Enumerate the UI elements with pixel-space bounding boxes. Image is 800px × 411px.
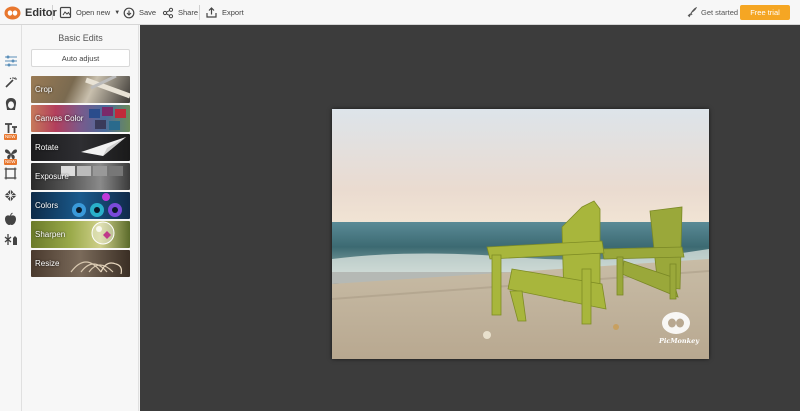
new-badge: NEW [4,134,17,140]
brand[interactable]: Editor [4,4,57,21]
tool-crop[interactable]: Crop [31,76,130,103]
export-button[interactable]: Export [205,4,244,21]
share-button[interactable]: Share [162,4,198,21]
panel-title: Basic Edits [58,33,103,43]
get-started-link[interactable]: Get started [686,5,738,20]
tool-label: Colors [35,201,59,210]
touch-up-tab[interactable] [2,95,19,112]
tool-label: Crop [35,85,53,94]
frames-tab[interactable] [2,165,19,182]
basic-edits-panel: Basic Edits Auto adjust Crop Canvas Colo… [22,25,139,411]
textures-tab[interactable] [2,187,19,204]
magic-wand-icon [5,77,17,88]
chevron-down-icon: ▼ [114,9,121,16]
photo[interactable]: PicMonkey [332,109,709,359]
tool-label: Canvas Color [35,114,84,123]
share-icon [162,7,174,18]
beach-chairs-photo [332,109,709,359]
open-new-button[interactable]: Open new ▼ [59,4,120,21]
picmonkey-watermark-icon [662,312,690,334]
open-new-label: Open new [76,8,111,17]
overlays-tab[interactable]: NEW [2,145,19,165]
top-toolbar: Editor Open new ▼ Save Share Export Get … [0,0,800,25]
face-icon [5,97,16,110]
tool-exposure[interactable]: Exposure [31,163,130,190]
tool-rotate[interactable]: Rotate [31,134,130,161]
sliders-icon [4,55,17,66]
seasonal-icon [4,234,17,245]
free-trial-button[interactable]: Free trial [740,5,790,20]
tool-sharpen[interactable]: Sharpen [31,221,130,248]
tool-canvas-color[interactable]: Canvas Color [31,105,130,132]
basic-edits-tab[interactable] [2,52,19,69]
tool-label: Sharpen [35,230,66,239]
tool-resize[interactable]: Resize [31,250,130,277]
seasonal-tab[interactable] [2,231,19,248]
tool-label: Exposure [35,172,69,181]
export-label: Export [222,8,244,17]
save-label: Save [139,8,157,17]
auto-adjust-button[interactable]: Auto adjust [31,49,130,67]
effects-tab[interactable] [2,74,19,91]
picmonkey-logo-icon [4,6,21,19]
open-new-icon [59,6,72,19]
tool-category-rail: NEW NEW [0,25,22,411]
rocket-icon [687,7,697,18]
save-icon [123,7,135,18]
texture-icon [4,189,17,202]
divider [52,5,53,20]
tool-label: Rotate [35,143,59,152]
butterfly-icon [4,148,17,159]
get-started-label: Get started [701,8,739,17]
apple-icon [5,212,16,225]
frame-icon [4,167,17,180]
divider [199,5,200,20]
save-button[interactable]: Save [123,4,156,21]
tool-label: Resize [35,259,60,268]
editing-canvas[interactable]: PicMonkey [140,25,800,411]
watermark-text: PicMonkey [659,337,699,345]
share-label: Share [178,8,199,17]
tool-colors[interactable]: Colors [31,192,130,219]
export-icon [206,7,217,18]
themes-tab[interactable] [2,210,19,227]
text-icon [4,122,17,133]
text-tab[interactable]: NEW [2,120,19,140]
